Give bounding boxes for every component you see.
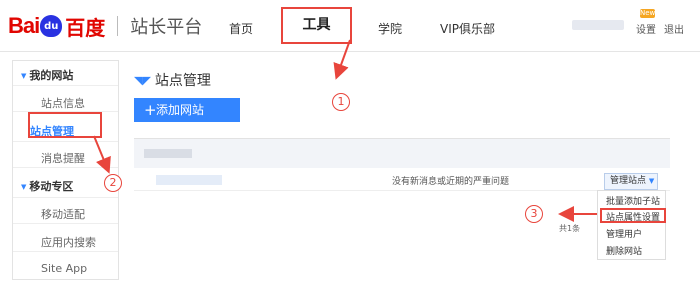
annotation-arrows xyxy=(93,39,597,222)
annotation-step-3: 3 xyxy=(525,205,543,223)
arrow-to-step2 xyxy=(93,135,111,174)
arrow-to-step1 xyxy=(333,39,351,80)
annotation-step-1: 1 xyxy=(332,93,350,111)
annotation-step-2: 2 xyxy=(104,174,122,192)
